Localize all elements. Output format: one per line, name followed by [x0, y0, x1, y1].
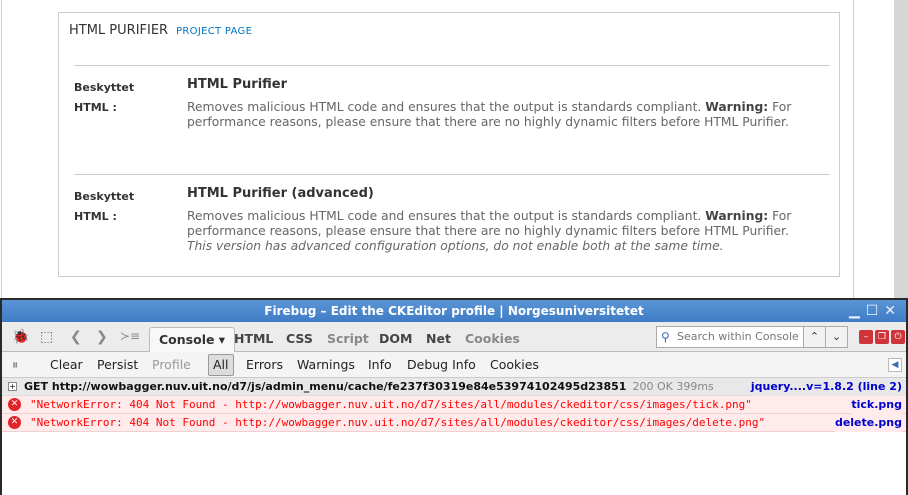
filter-item: Beskyttet HTML : HTML Purifier Removes ma… [74, 65, 830, 129]
search-prev-button[interactable]: ⌃ [803, 327, 825, 347]
search-next-button[interactable]: ⌄ [825, 327, 847, 347]
persist-button[interactable]: Persist [97, 357, 138, 373]
tab-cookies[interactable]: Cookies [465, 327, 520, 351]
web-page: HTML PURIFIER PROJECT PAGE Beskyttet HTML … [0, 0, 908, 298]
source-link[interactable]: tick.png [851, 396, 902, 414]
console-toolbar: ⏸ Clear Persist Profile All Errors Warni… [2, 352, 906, 378]
request-url: GET http://wowbagger.nuv.uit.no/d7/js/ad… [24, 380, 627, 393]
project-page-link[interactable]: PROJECT PAGE [176, 26, 252, 37]
fieldset-legend: HTML PURIFIER PROJECT PAGE [69, 23, 252, 38]
filter-item: Beskyttet HTML : HTML Purifier (advanced)… [74, 174, 830, 253]
collapse-side-panel-icon[interactable]: ◀ [888, 358, 902, 372]
filter-debug-info-button[interactable]: Debug Info [407, 357, 476, 373]
label-line: Beskyttet [74, 81, 135, 94]
forward-icon[interactable]: ❯ [96, 329, 108, 345]
page-border [853, 0, 854, 298]
source-link[interactable]: jquery....v=1.8.2 (line 2) [750, 378, 902, 396]
console-log: + GET http://wowbagger.nuv.uit.no/d7/js/a… [2, 378, 906, 432]
tab-html[interactable]: HTML [234, 327, 273, 351]
back-icon[interactable]: ❮ [70, 329, 82, 345]
close-firebug-button[interactable]: ⏻ [891, 330, 905, 344]
html-purifier-fieldset: HTML PURIFIER PROJECT PAGE Beskyttet HTML … [58, 12, 840, 277]
window-title: Firebug – Edit the CKEditor profile | No… [264, 304, 644, 318]
warning-label: Warning: [705, 209, 769, 223]
filter-all-button[interactable]: All [208, 354, 234, 376]
command-line-icon[interactable]: ≻≡ [120, 329, 140, 343]
request-status: 200 OK 399ms [632, 380, 714, 393]
tab-net[interactable]: Net [426, 327, 451, 351]
fieldset-title: HTML PURIFIER [69, 23, 169, 38]
filter-info-button[interactable]: Info [368, 357, 392, 373]
warning-label: Warning: [705, 100, 769, 114]
console-row-error: ✕ "NetworkError: 404 Not Found - http://w… [2, 396, 906, 414]
filter-name: HTML Purifier (advanced) [187, 186, 374, 201]
desc-text: Removes malicious HTML code and ensures … [187, 209, 702, 223]
firebug-window: Firebug – Edit the CKEditor profile | No… [0, 298, 908, 495]
error-message: "NetworkError: 404 Not Found - http://wo… [30, 398, 752, 411]
error-icon: ✕ [8, 416, 21, 429]
error-icon: ✕ [8, 398, 21, 411]
search-input[interactable]: ⚲ Search within Console panel ⌃ ⌄ [656, 326, 848, 348]
console-row-error: ✕ "NetworkError: 404 Not Found - http://w… [2, 414, 906, 432]
label-line: Beskyttet [74, 190, 135, 203]
filter-name: HTML Purifier [187, 77, 288, 92]
inspect-icon[interactable]: ⬚ [40, 329, 53, 345]
tab-css[interactable]: CSS [286, 327, 313, 351]
filter-cookies-button[interactable]: Cookies [490, 357, 539, 373]
tab-console[interactable]: Console ▾ [149, 327, 236, 353]
search-icon: ⚲ [661, 330, 670, 344]
tab-label: Console [159, 332, 215, 347]
clear-button[interactable]: Clear [50, 357, 83, 373]
filter-format-label: Beskyttet HTML : [74, 78, 174, 118]
window-controls[interactable]: ▁☐✕ [849, 300, 902, 322]
filter-warnings-button[interactable]: Warnings [297, 357, 355, 373]
page-border [1, 0, 2, 298]
error-message: "NetworkError: 404 Not Found - http://wo… [30, 416, 766, 429]
break-on-errors-icon[interactable]: ⏸ [12, 357, 18, 373]
label-line: HTML : [74, 210, 117, 223]
minimize-firebug-button[interactable]: – [859, 330, 873, 344]
page-scrollbar[interactable] [894, 0, 908, 298]
firebug-toolbar: 🐞 ⬚ ❮ ❯ ≻≡ Console ▾ HTML CSS Script DOM… [2, 322, 906, 353]
desc-text: Removes malicious HTML code and ensures … [187, 100, 702, 114]
filter-note: This version has advanced configuration … [187, 239, 724, 253]
filter-errors-button[interactable]: Errors [246, 357, 283, 373]
profile-button[interactable]: Profile [152, 357, 191, 373]
filter-description: Removes malicious HTML code and ensures … [187, 100, 817, 130]
console-row-get[interactable]: + GET http://wowbagger.nuv.uit.no/d7/js/a… [2, 378, 906, 396]
filter-description: Removes malicious HTML code and ensures … [187, 209, 817, 254]
source-link[interactable]: delete.png [834, 414, 902, 432]
tab-script[interactable]: Script [327, 327, 369, 351]
firebug-icon[interactable]: 🐞 [12, 329, 29, 345]
detach-firebug-button[interactable]: ❐ [875, 330, 889, 344]
tab-dom[interactable]: DOM [379, 327, 412, 351]
label-line: HTML : [74, 101, 117, 114]
filter-format-label: Beskyttet HTML : [74, 187, 174, 227]
firebug-titlebar[interactable]: Firebug – Edit the CKEditor profile | No… [2, 300, 906, 322]
expand-icon[interactable]: + [8, 382, 17, 391]
